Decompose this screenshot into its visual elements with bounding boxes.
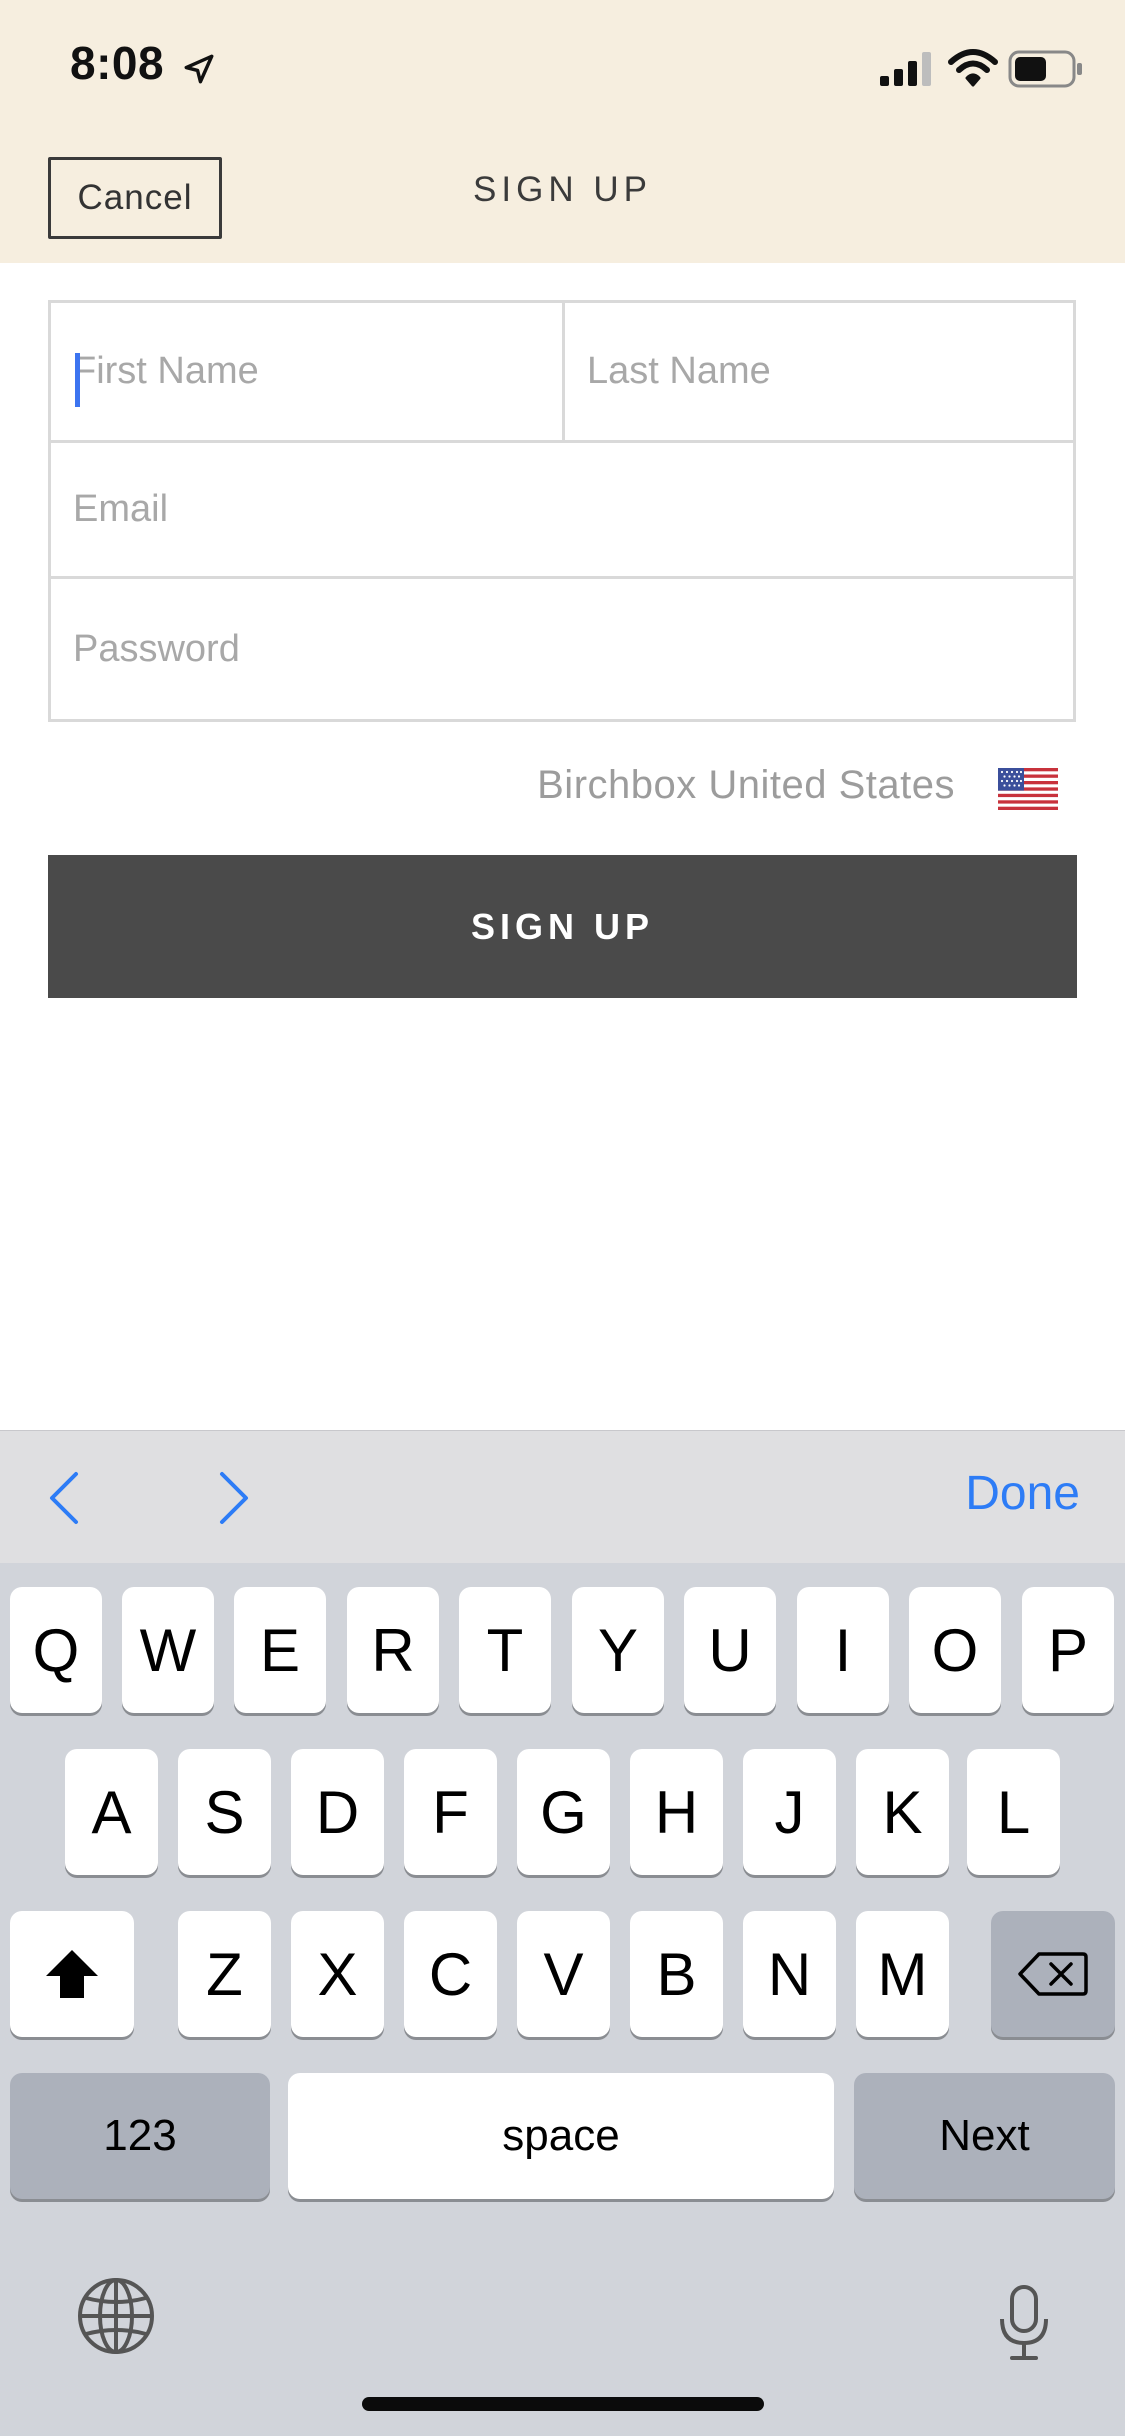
shift-key[interactable] xyxy=(10,1911,134,2037)
key-r[interactable]: R xyxy=(347,1587,439,1713)
key-j[interactable]: J xyxy=(743,1749,836,1875)
first-name-field[interactable] xyxy=(51,303,562,440)
key-t[interactable]: T xyxy=(459,1587,551,1713)
globe-icon[interactable] xyxy=(76,2276,156,2356)
key-m[interactable]: M xyxy=(856,1911,949,2037)
microphone-icon[interactable] xyxy=(996,2283,1052,2363)
password-field-container xyxy=(51,579,1073,719)
next-key[interactable]: Next xyxy=(854,2073,1115,2199)
page-title: SIGN UP xyxy=(473,170,652,209)
signup-form xyxy=(48,300,1076,722)
key-l[interactable]: L xyxy=(967,1749,1060,1875)
key-g[interactable]: G xyxy=(517,1749,610,1875)
location-arrow-icon xyxy=(184,54,214,84)
cellular-signal-icon xyxy=(880,52,931,86)
keyboard: Q W E R T Y U I O P A S D F G H J K L Z … xyxy=(0,1563,1125,2436)
key-a[interactable]: A xyxy=(65,1749,158,1875)
password-field[interactable] xyxy=(51,579,1073,719)
key-z[interactable]: Z xyxy=(178,1911,271,2037)
key-c[interactable]: C xyxy=(404,1911,497,2037)
first-name-field-container xyxy=(51,303,565,443)
email-field[interactable] xyxy=(51,443,1073,576)
last-name-field[interactable] xyxy=(565,303,1073,440)
country-selector-label[interactable]: Birchbox United States xyxy=(400,763,955,808)
key-h[interactable]: H xyxy=(630,1749,723,1875)
key-q[interactable]: Q xyxy=(10,1587,102,1713)
key-w[interactable]: W xyxy=(122,1587,214,1713)
last-name-field-container xyxy=(565,303,1073,443)
numbers-key[interactable]: 123 xyxy=(10,2073,270,2199)
key-s[interactable]: S xyxy=(178,1749,271,1875)
shift-arrow-icon xyxy=(46,1950,98,1998)
key-u[interactable]: U xyxy=(684,1587,776,1713)
chevron-left-icon[interactable] xyxy=(44,1468,84,1528)
key-y[interactable]: Y xyxy=(572,1587,664,1713)
delete-key[interactable] xyxy=(991,1911,1115,2037)
chevron-right-icon[interactable] xyxy=(214,1468,254,1528)
key-x[interactable]: X xyxy=(291,1911,384,2037)
key-p[interactable]: P xyxy=(1022,1587,1114,1713)
done-button[interactable]: Done xyxy=(940,1466,1080,1521)
key-i[interactable]: I xyxy=(797,1587,889,1713)
wifi-icon xyxy=(948,49,998,87)
key-f[interactable]: F xyxy=(404,1749,497,1875)
key-k[interactable]: K xyxy=(856,1749,949,1875)
backspace-icon xyxy=(1018,1952,1088,1996)
key-n[interactable]: N xyxy=(743,1911,836,2037)
key-e[interactable]: E xyxy=(234,1587,326,1713)
key-o[interactable]: O xyxy=(909,1587,1001,1713)
key-v[interactable]: V xyxy=(517,1911,610,2037)
battery-icon xyxy=(1008,50,1082,88)
text-cursor xyxy=(75,353,80,407)
space-key[interactable]: space xyxy=(288,2073,834,2199)
home-indicator[interactable] xyxy=(362,2397,764,2411)
us-flag-icon[interactable] xyxy=(998,768,1058,810)
email-field-container xyxy=(51,443,1073,579)
status-time: 8:08 xyxy=(70,37,165,89)
signup-button[interactable]: SIGN UP xyxy=(48,855,1077,998)
key-b[interactable]: B xyxy=(630,1911,723,2037)
key-d[interactable]: D xyxy=(291,1749,384,1875)
